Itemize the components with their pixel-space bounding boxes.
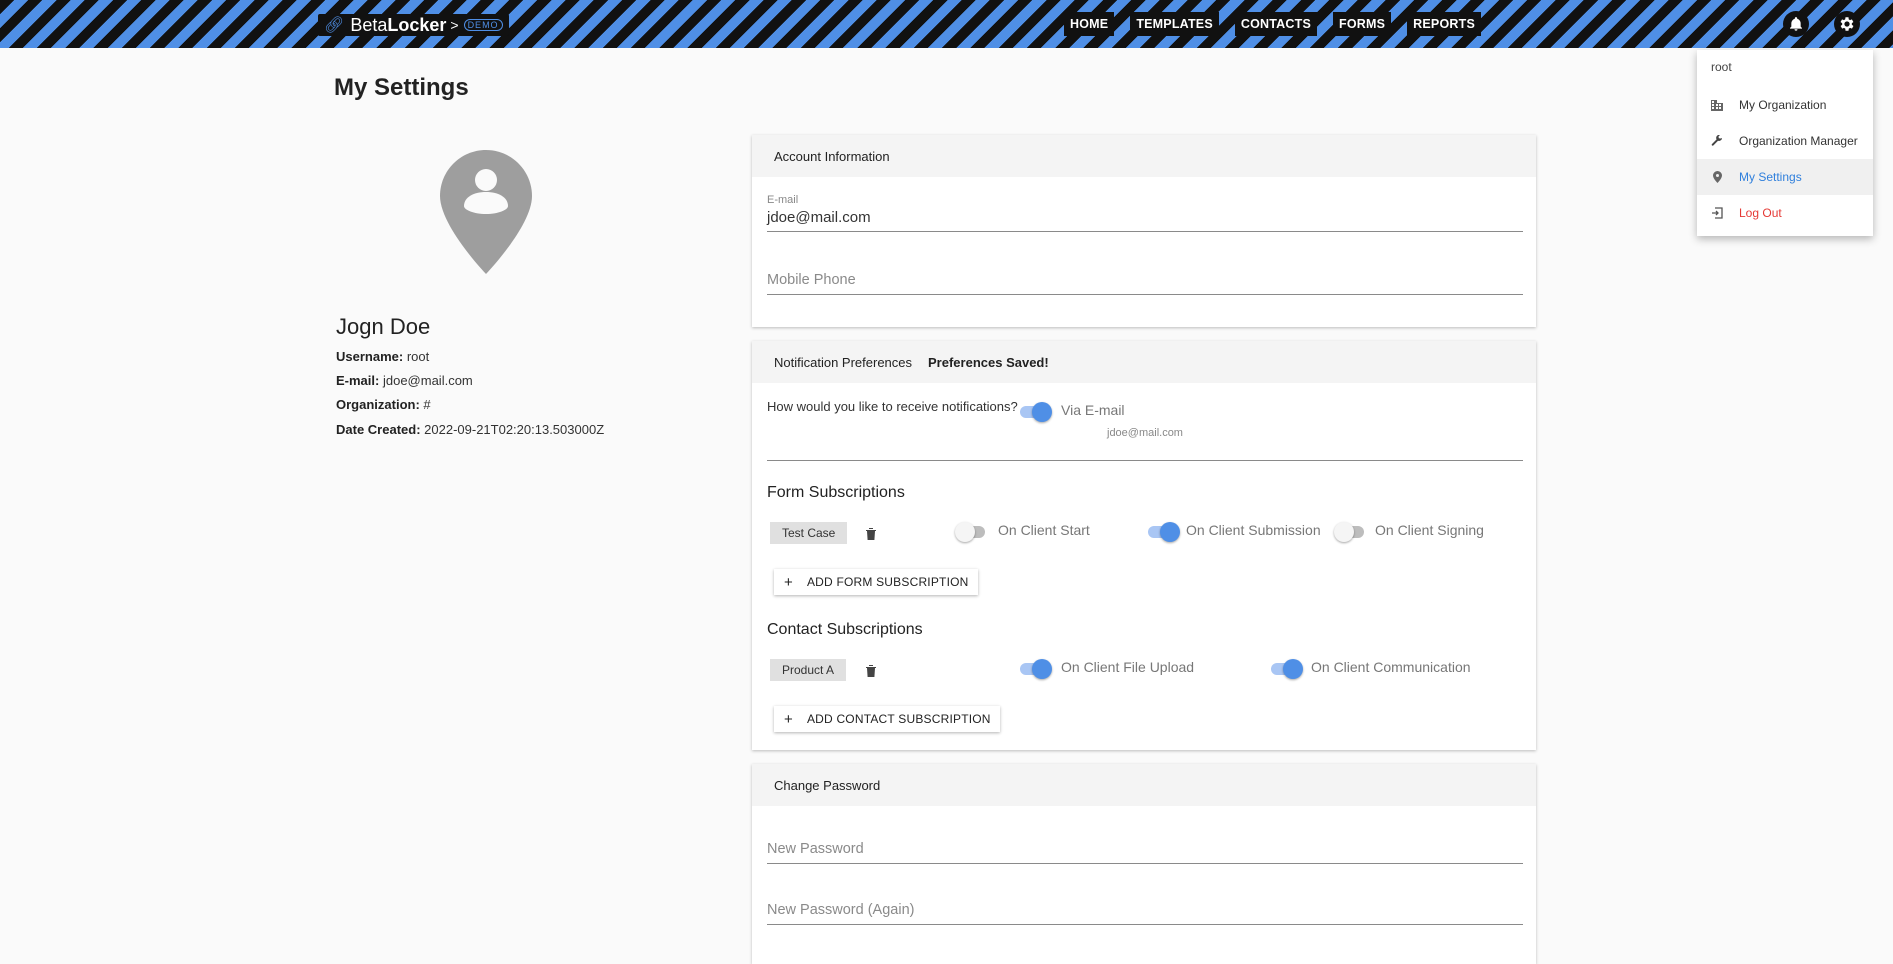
new-password-placeholder[interactable]: New Password	[767, 841, 1523, 863]
notification-preferences-title: Notification Preferences	[774, 354, 913, 370]
date-created-value: 2022-09-21T02:20:13.503000Z	[424, 422, 605, 437]
trash-icon[interactable]	[865, 664, 877, 678]
card-header: Notification Preferences Preferences Sav…	[752, 341, 1536, 383]
menu-item-label: Log Out	[1739, 206, 1782, 220]
contact-subscriptions-title: Contact Subscriptions	[767, 621, 923, 638]
new-password-again-field[interactable]: New Password (Again)	[767, 902, 1523, 925]
gear-icon[interactable]	[1834, 11, 1860, 37]
plus-icon: +	[784, 573, 793, 591]
on-client-communication-label: On Client Communication	[1311, 659, 1471, 675]
brand-separator: >	[450, 17, 459, 33]
main-nav: HOME TEMPLATES CONTACTS FORMS REPORTS	[1064, 12, 1497, 36]
menu-item-label: Organization Manager	[1739, 134, 1858, 148]
on-client-file-upload-label: On Client File Upload	[1061, 659, 1195, 675]
on-client-submission-toggle[interactable]	[1146, 520, 1180, 542]
notification-question: How would you like to receive notificati…	[767, 399, 1018, 414]
plus-icon: +	[784, 710, 793, 728]
on-client-file-upload-toggle[interactable]	[1018, 657, 1052, 679]
nav-forms[interactable]: FORMS	[1333, 12, 1392, 36]
profile-email: E-mail: jdoe@mail.com	[336, 373, 473, 388]
divider	[767, 460, 1523, 461]
link-icon: 🔗︎	[324, 17, 345, 34]
menu-item-label: My Settings	[1739, 170, 1802, 184]
menu-username: root	[1711, 60, 1732, 74]
brand-name-part1: Beta	[350, 14, 388, 35]
profile-name: Jogn Doe	[336, 314, 431, 339]
via-email-toggle[interactable]	[1018, 400, 1052, 422]
location-pin-icon	[1711, 171, 1723, 183]
email-field-value[interactable]: jdoe@mail.com	[767, 209, 1523, 231]
email-value: jdoe@mail.com	[382, 373, 473, 388]
user-location-pin-icon	[440, 150, 532, 274]
profile-username: Username: root	[336, 349, 429, 364]
preferences-saved-message: Preferences Saved!	[928, 354, 1049, 370]
nav-templates[interactable]: TEMPLATES	[1130, 12, 1219, 36]
via-email-address: jdoe@mail.com	[1107, 427, 1183, 439]
change-password-card: Change Password New Password New Passwor…	[752, 764, 1536, 964]
email-label: E-mail:	[336, 373, 380, 388]
mobile-phone-placeholder[interactable]: Mobile Phone	[767, 272, 1523, 294]
via-email-label: Via E-mail	[1061, 402, 1125, 418]
demo-badge: DEMO	[463, 19, 503, 31]
on-client-signing-toggle[interactable]	[1334, 520, 1368, 542]
notification-preferences-card: Notification Preferences Preferences Sav…	[752, 341, 1536, 750]
date-created-label: Date Created:	[336, 422, 421, 437]
on-client-signing-label: On Client Signing	[1375, 522, 1484, 538]
nav-contacts[interactable]: CONTACTS	[1234, 12, 1318, 36]
profile-date-created: Date Created: 2022-09-21T02:20:13.503000…	[336, 422, 604, 437]
menu-item-log-out[interactable]: Log Out	[1697, 195, 1873, 231]
nav-home[interactable]: HOME	[1064, 12, 1115, 36]
on-client-communication-toggle[interactable]	[1269, 657, 1303, 679]
page-title: My Settings	[334, 74, 469, 101]
profile-organization: Organization: #	[336, 397, 431, 412]
nav-reports[interactable]: REPORTS	[1407, 12, 1481, 36]
top-navigation-bar: 🔗︎ Beta Locker > DEMO HOME TEMPLATES CONT…	[0, 0, 1893, 48]
wrench-icon	[1711, 135, 1723, 147]
menu-item-organization-manager[interactable]: Organization Manager	[1697, 123, 1873, 159]
settings-dropdown-menu: root My Organization Organization Manage…	[1697, 50, 1873, 236]
add-form-subscription-button[interactable]: + ADD FORM SUBSCRIPTION	[774, 569, 978, 595]
new-password-again-placeholder[interactable]: New Password (Again)	[767, 902, 1523, 924]
email-field-label: E-mail	[767, 194, 799, 206]
on-client-start-toggle[interactable]	[955, 520, 989, 542]
organization-value: #	[423, 397, 431, 412]
on-client-submission-label: On Client Submission	[1186, 522, 1321, 538]
card-header: Change Password	[752, 764, 1536, 806]
username-label: Username:	[336, 349, 404, 364]
mobile-phone-field[interactable]: Mobile Phone	[767, 272, 1523, 295]
organization-label: Organization:	[336, 397, 420, 412]
add-form-subscription-label: ADD FORM SUBSCRIPTION	[806, 575, 969, 589]
contact-subscription-chip: Product A	[770, 659, 847, 681]
username-value: root	[406, 349, 430, 364]
bell-icon[interactable]	[1783, 11, 1809, 37]
menu-item-label: My Organization	[1739, 98, 1827, 112]
building-icon	[1711, 99, 1723, 111]
on-client-start-label: On Client Start	[998, 522, 1090, 538]
email-field[interactable]: E-mail jdoe@mail.com	[767, 194, 1523, 232]
brand-logo[interactable]: 🔗︎ Beta Locker > DEMO	[318, 14, 509, 36]
menu-item-my-organization[interactable]: My Organization	[1697, 87, 1873, 123]
new-password-field[interactable]: New Password	[767, 841, 1523, 864]
card-header: Account Information	[752, 135, 1536, 177]
menu-item-my-settings[interactable]: My Settings	[1697, 159, 1873, 195]
form-subscriptions-title: Form Subscriptions	[767, 484, 905, 501]
account-information-card: Account Information E-mail jdoe@mail.com…	[752, 135, 1536, 327]
logout-icon	[1711, 207, 1723, 219]
brand-name-part2: Locker	[387, 14, 447, 35]
form-subscription-chip: Test Case	[770, 522, 848, 544]
add-contact-subscription-label: ADD CONTACT SUBSCRIPTION	[806, 712, 991, 726]
trash-icon[interactable]	[865, 527, 877, 541]
add-contact-subscription-button[interactable]: + ADD CONTACT SUBSCRIPTION	[774, 706, 1000, 732]
